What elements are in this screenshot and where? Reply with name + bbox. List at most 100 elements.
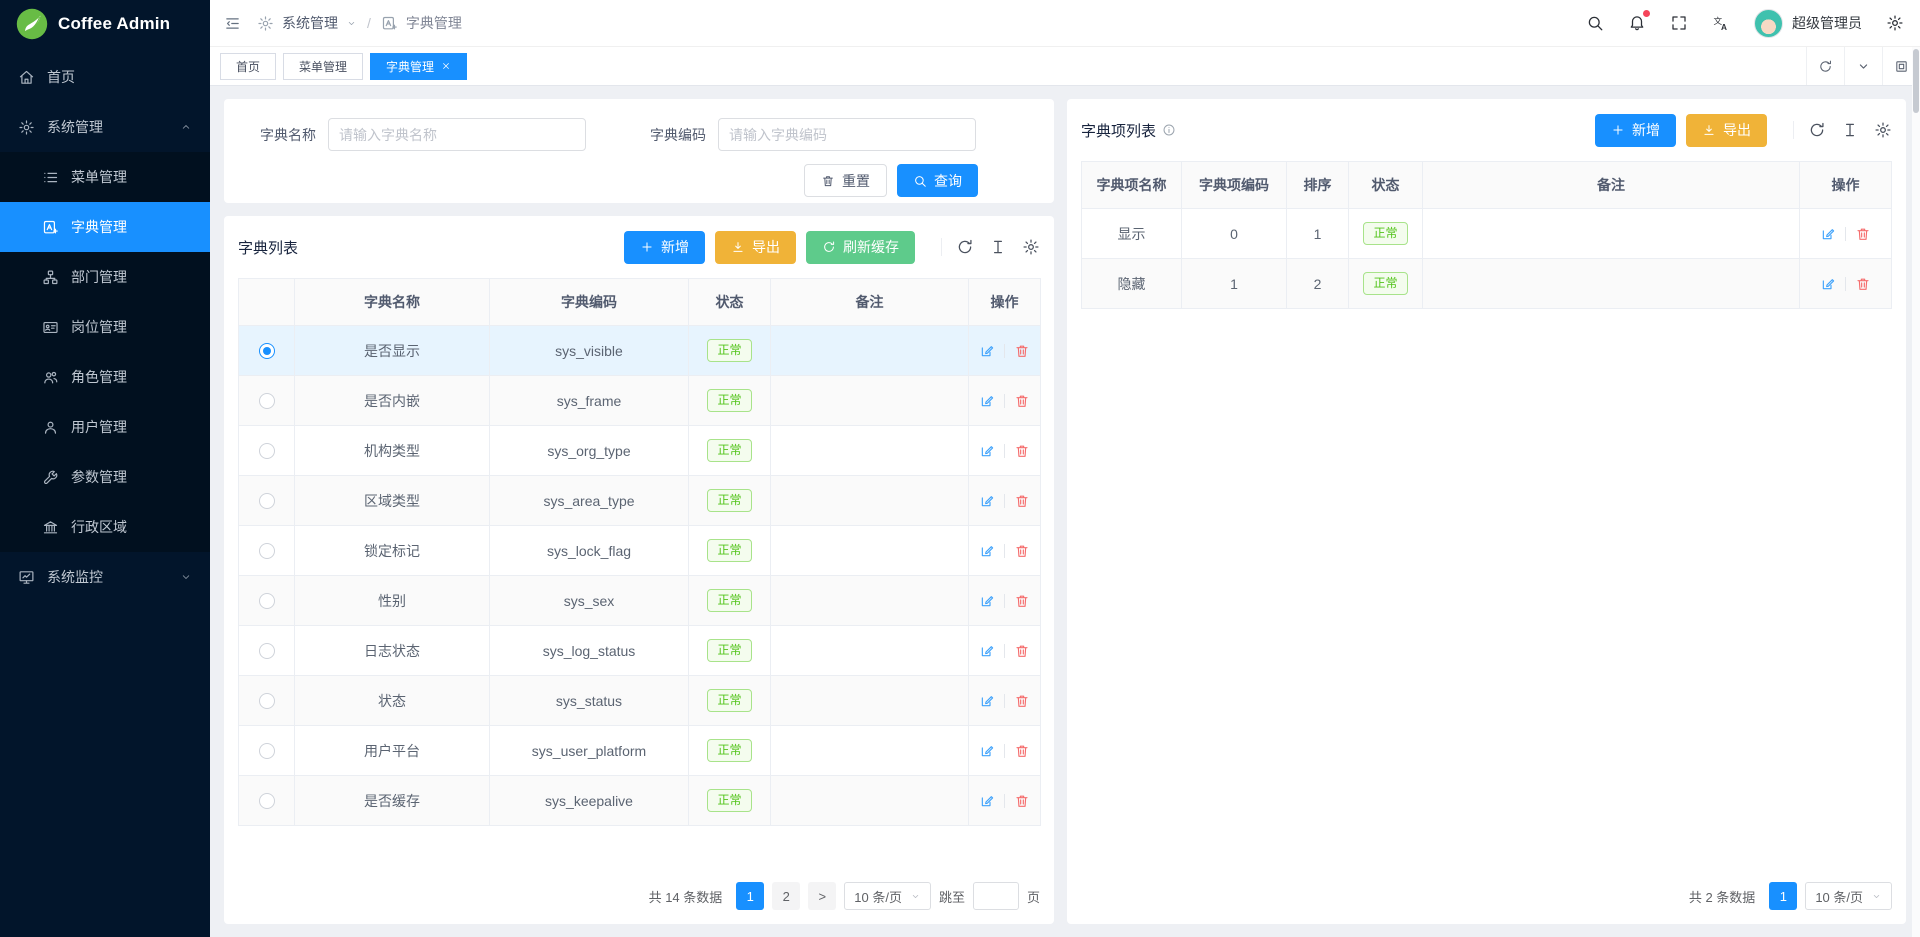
reset-button[interactable]: 重置 <box>804 164 887 197</box>
delete-icon[interactable] <box>1014 793 1030 809</box>
language-icon[interactable]: 文A <box>1712 14 1730 32</box>
tab[interactable]: 菜单管理 <box>283 53 363 80</box>
row-radio[interactable] <box>259 693 275 709</box>
column-header[interactable]: 备注 <box>1423 162 1800 209</box>
edit-icon[interactable] <box>979 743 995 759</box>
delete-icon[interactable] <box>1014 593 1030 609</box>
dict-name-input[interactable] <box>328 118 586 151</box>
export-dict-button[interactable]: 导出 <box>715 231 796 264</box>
page-button[interactable]: 1 <box>1769 882 1797 910</box>
scrollbar-thumb[interactable] <box>1913 49 1919 113</box>
table-row[interactable]: 是否内嵌sys_frame正常 <box>239 376 1041 426</box>
column-header[interactable]: 状态 <box>1349 162 1423 209</box>
table-row[interactable]: 机构类型sys_org_type正常 <box>239 426 1041 476</box>
delete-icon[interactable] <box>1014 493 1030 509</box>
scrollbar[interactable] <box>1912 47 1920 937</box>
delete-icon[interactable] <box>1014 743 1030 759</box>
collapse-sidebar-icon[interactable] <box>224 15 241 32</box>
edit-icon[interactable] <box>979 493 995 509</box>
row-radio[interactable] <box>259 643 275 659</box>
edit-icon[interactable] <box>979 443 995 459</box>
column-settings-icon[interactable] <box>1874 121 1892 139</box>
add-dict-button[interactable]: 新增 <box>624 231 705 264</box>
column-header[interactable]: 字典编码 <box>490 279 689 326</box>
row-radio[interactable] <box>259 593 275 609</box>
column-header[interactable]: 备注 <box>771 279 969 326</box>
row-radio[interactable] <box>259 793 275 809</box>
delete-icon[interactable] <box>1014 693 1030 709</box>
refresh-page-icon[interactable] <box>1806 47 1844 85</box>
logo[interactable]: Coffee Admin <box>0 0 210 48</box>
edit-icon[interactable] <box>979 343 995 359</box>
column-header[interactable]: 字典项编码 <box>1182 162 1287 209</box>
dict-code-input[interactable] <box>718 118 976 151</box>
column-settings-icon[interactable] <box>1022 238 1040 256</box>
search-icon[interactable] <box>1586 14 1604 32</box>
fullscreen-icon[interactable] <box>1670 14 1688 32</box>
edit-icon[interactable] <box>979 393 995 409</box>
table-row[interactable]: 区域类型sys_area_type正常 <box>239 476 1041 526</box>
sidebar-item[interactable]: 系统监控 <box>0 552 210 602</box>
table-row[interactable]: 显示01正常 <box>1082 209 1892 259</box>
settings-icon[interactable] <box>1886 14 1904 32</box>
breadcrumb-parent[interactable]: 系统管理 <box>282 13 338 33</box>
edit-icon[interactable] <box>1820 276 1836 292</box>
edit-icon[interactable] <box>979 693 995 709</box>
delete-icon[interactable] <box>1014 443 1030 459</box>
export-dict-item-button[interactable]: 导出 <box>1686 114 1767 147</box>
row-radio[interactable] <box>259 493 275 509</box>
row-radio[interactable] <box>259 543 275 559</box>
delete-icon[interactable] <box>1014 343 1030 359</box>
refresh-cache-button[interactable]: 刷新缓存 <box>806 231 915 264</box>
sidebar-item[interactable]: 参数管理 <box>0 452 210 502</box>
page-size-select[interactable]: 10 条/页 <box>844 882 931 910</box>
edit-icon[interactable] <box>979 593 995 609</box>
table-row[interactable]: 锁定标记sys_lock_flag正常 <box>239 526 1041 576</box>
sidebar-item[interactable]: 部门管理 <box>0 252 210 302</box>
tab[interactable]: 首页 <box>220 53 276 80</box>
user-menu[interactable]: 超级管理员 <box>1754 9 1862 38</box>
edit-icon[interactable] <box>979 543 995 559</box>
row-density-icon[interactable] <box>1841 121 1859 139</box>
add-dict-item-button[interactable]: 新增 <box>1595 114 1676 147</box>
table-row[interactable]: 隐藏12正常 <box>1082 259 1892 309</box>
sidebar-item[interactable]: 岗位管理 <box>0 302 210 352</box>
refresh-table-icon[interactable] <box>956 238 974 256</box>
table-row[interactable]: 用户平台sys_user_platform正常 <box>239 726 1041 776</box>
column-header[interactable]: 操作 <box>1800 162 1892 209</box>
sidebar-item[interactable]: 系统管理 <box>0 102 210 152</box>
column-header[interactable]: 字典项名称 <box>1082 162 1182 209</box>
sidebar-item[interactable]: 角色管理 <box>0 352 210 402</box>
row-density-icon[interactable] <box>989 238 1007 256</box>
page-size-select[interactable]: 10 条/页 <box>1805 882 1892 910</box>
sidebar-item[interactable]: 菜单管理 <box>0 152 210 202</box>
page-button[interactable]: 2 <box>772 882 800 910</box>
tab-options-icon[interactable] <box>1844 47 1882 85</box>
close-icon[interactable] <box>441 61 451 71</box>
query-button[interactable]: 查询 <box>897 164 978 197</box>
delete-icon[interactable] <box>1855 276 1871 292</box>
sidebar-item[interactable]: 行政区域 <box>0 502 210 552</box>
row-radio[interactable] <box>259 343 275 359</box>
table-row[interactable]: 是否显示sys_visible正常 <box>239 326 1041 376</box>
delete-icon[interactable] <box>1014 543 1030 559</box>
table-row[interactable]: 是否缓存sys_keepalive正常 <box>239 776 1041 826</box>
sidebar-item[interactable]: 字典管理 <box>0 202 210 252</box>
sidebar-item[interactable]: 用户管理 <box>0 402 210 452</box>
row-radio[interactable] <box>259 743 275 759</box>
edit-icon[interactable] <box>979 793 995 809</box>
table-row[interactable]: 性别sys_sex正常 <box>239 576 1041 626</box>
column-header[interactable] <box>239 279 295 326</box>
delete-icon[interactable] <box>1855 226 1871 242</box>
edit-icon[interactable] <box>979 643 995 659</box>
column-header[interactable]: 字典名称 <box>295 279 490 326</box>
next-page-button[interactable]: > <box>808 882 836 910</box>
jump-page-input[interactable] <box>973 882 1019 910</box>
delete-icon[interactable] <box>1014 393 1030 409</box>
column-header[interactable]: 操作 <box>969 279 1041 326</box>
refresh-table-icon[interactable] <box>1808 121 1826 139</box>
table-row[interactable]: 日志状态sys_log_status正常 <box>239 626 1041 676</box>
tab[interactable]: 字典管理 <box>370 53 467 80</box>
row-radio[interactable] <box>259 443 275 459</box>
table-row[interactable]: 状态sys_status正常 <box>239 676 1041 726</box>
